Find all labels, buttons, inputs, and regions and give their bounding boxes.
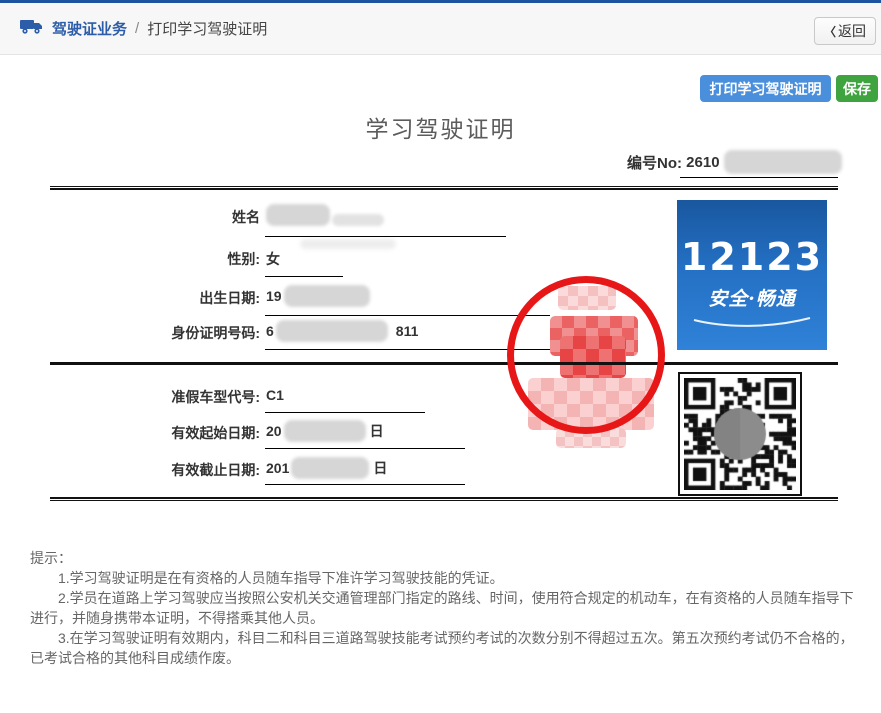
stamp-red-circle <box>507 276 665 434</box>
tip-item-2: 2.学员在道路上学习驾驶应当按照公安机关交通管理部门指定的路线、时间，使用符合规… <box>30 588 862 628</box>
tip-item-1: 1.学习驾驶证明是在有资格的人员随车指导下准许学习驾驶技能的凭证。 <box>30 568 862 588</box>
valid-from-value: 20 日 <box>266 420 384 442</box>
valid-to-underline <box>265 484 465 485</box>
page: 驾驶证业务 / 打印学习驾驶证明 〈 返回 打印学习驾驶证明 保存 学习驾驶证明… <box>0 0 881 713</box>
serial-underline <box>680 177 838 178</box>
valid-from-label: 有效起始日期: <box>171 423 260 443</box>
truck-icon <box>20 17 44 39</box>
save-button[interactable]: 保存 <box>836 75 878 102</box>
vehicle-class-label: 准假车型代号: <box>171 387 260 407</box>
gender-value: 女 <box>266 249 280 269</box>
name-smudge <box>300 239 396 249</box>
logo-12123-slogan: 安全·畅通 <box>708 284 796 311</box>
tips-section: 提示： 1.学习驾驶证明是在有资格的人员随车指导下准许学习驾驶技能的凭证。 2.… <box>30 548 862 668</box>
rule-bottom-double <box>50 497 838 501</box>
serial-label: 编号No: <box>627 152 682 173</box>
birth-date-underline <box>265 315 550 316</box>
qr-code <box>684 378 796 490</box>
id-number-value: 6 811 <box>266 320 418 342</box>
birth-date-label: 出生日期: <box>199 288 260 308</box>
tips-heading: 提示： <box>30 548 862 568</box>
name-value <box>266 204 384 226</box>
logo-12123-number: 12123 <box>681 238 823 276</box>
chevron-left-icon: 〈 <box>824 23 836 40</box>
valid-from-underline <box>265 448 465 449</box>
valid-to-value: 201 日 <box>266 457 387 479</box>
breadcrumb-separator: / <box>135 20 139 37</box>
serial-redacted <box>724 150 842 174</box>
gender-underline <box>265 276 343 277</box>
back-button-label: 返回 <box>838 21 866 41</box>
birth-date-value: 19 <box>266 285 370 307</box>
vehicle-class-value: C1 <box>266 387 284 403</box>
name-underline <box>265 236 506 237</box>
header-bar: 驾驶证业务 / 打印学习驾驶证明 〈 返回 <box>0 3 881 55</box>
qr-frame <box>678 372 802 496</box>
breadcrumb: 驾驶证业务 / 打印学习驾驶证明 <box>20 17 267 39</box>
name-label: 姓名 <box>232 207 260 227</box>
logo-12123: 12123 安全·畅通 <box>677 200 827 350</box>
id-number-label: 身份证明号码: <box>171 323 260 343</box>
tip-item-3: 3.在学习驾驶证明有效期内，科目二和科目三道路驾驶技能考试预约考试的次数分别不得… <box>30 628 862 668</box>
rule-middle <box>50 362 838 365</box>
valid-to-label: 有效截止日期: <box>171 460 260 480</box>
print-certificate-button[interactable]: 打印学习驾驶证明 <box>700 75 831 102</box>
serial-value: 2610 <box>686 154 719 171</box>
rule-top-double <box>50 186 838 190</box>
gender-label: 性别: <box>227 249 260 269</box>
certificate-title: 学习驾驶证明 <box>0 110 881 144</box>
breadcrumb-section[interactable]: 驾驶证业务 <box>52 18 127 39</box>
breadcrumb-current: 打印学习驾驶证明 <box>147 18 267 39</box>
vehicle-class-underline <box>265 412 425 413</box>
logo-swoosh <box>690 315 814 331</box>
serial-number: 编号No: 2610 <box>627 150 842 174</box>
back-button[interactable]: 〈 返回 <box>814 17 876 45</box>
